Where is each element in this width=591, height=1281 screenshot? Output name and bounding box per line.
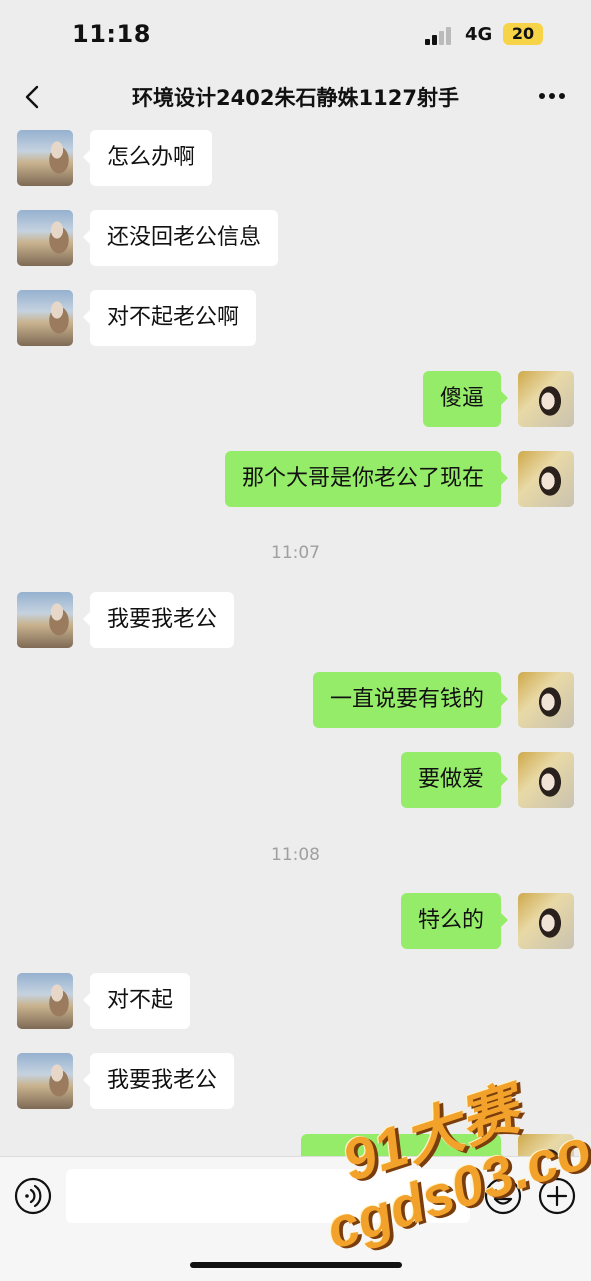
contact-avatar[interactable] xyxy=(17,592,73,648)
signal-icon xyxy=(425,27,457,45)
chevron-left-icon[interactable] xyxy=(18,82,48,112)
self-avatar[interactable] xyxy=(518,893,574,949)
status-bar: 11:18 4G 20 xyxy=(0,0,591,70)
contact-avatar[interactable] xyxy=(17,973,73,1029)
self-avatar[interactable] xyxy=(518,672,574,728)
status-time: 11:18 xyxy=(72,20,151,48)
timestamp: 11:08 xyxy=(271,845,320,865)
message-bubble[interactable]: 一直说要有钱的 xyxy=(312,672,509,728)
self-avatar[interactable] xyxy=(518,451,574,507)
contact-avatar[interactable] xyxy=(17,210,73,266)
more-icon[interactable] xyxy=(537,84,567,108)
message-bubble[interactable]: 对不起 xyxy=(82,973,191,1029)
battery-badge: 20 xyxy=(503,23,543,45)
message-bubble[interactable]: 傻逼 xyxy=(422,371,509,427)
message-bubble[interactable]: 那个大哥是你老公了现在 xyxy=(224,451,509,507)
voice-icon[interactable] xyxy=(14,1177,52,1215)
contact-avatar[interactable] xyxy=(17,1053,73,1109)
nav-bar: 环境设计2402朱石静姝1127射手 xyxy=(0,70,591,124)
message-bubble[interactable]: 对不起老公啊 xyxy=(82,290,257,346)
self-avatar[interactable] xyxy=(518,752,574,808)
contact-avatar[interactable] xyxy=(17,130,73,186)
chat-title: 环境设计2402朱石静姝1127射手 xyxy=(132,86,459,110)
message-bubble[interactable]: 要做爱 xyxy=(400,752,509,808)
message-bubble[interactable]: 我要我老公 xyxy=(82,592,235,648)
home-indicator xyxy=(190,1262,402,1268)
timestamp: 11:07 xyxy=(271,543,320,563)
contact-avatar[interactable] xyxy=(17,290,73,346)
message-bubble[interactable]: 我要我老公 xyxy=(82,1053,235,1109)
message-bubble[interactable]: 特么的 xyxy=(400,893,509,949)
self-avatar[interactable] xyxy=(518,371,574,427)
chat-area[interactable]: 怎么办啊 还没回老公信息 对不起老公啊 傻逼 那个大哥是你老公了现在 11:07… xyxy=(0,124,591,1156)
message-bubble[interactable]: 怎么办啊 xyxy=(82,130,213,186)
network-label: 4G xyxy=(465,24,493,45)
message-bubble[interactable]: 还没回老公信息 xyxy=(82,210,279,266)
